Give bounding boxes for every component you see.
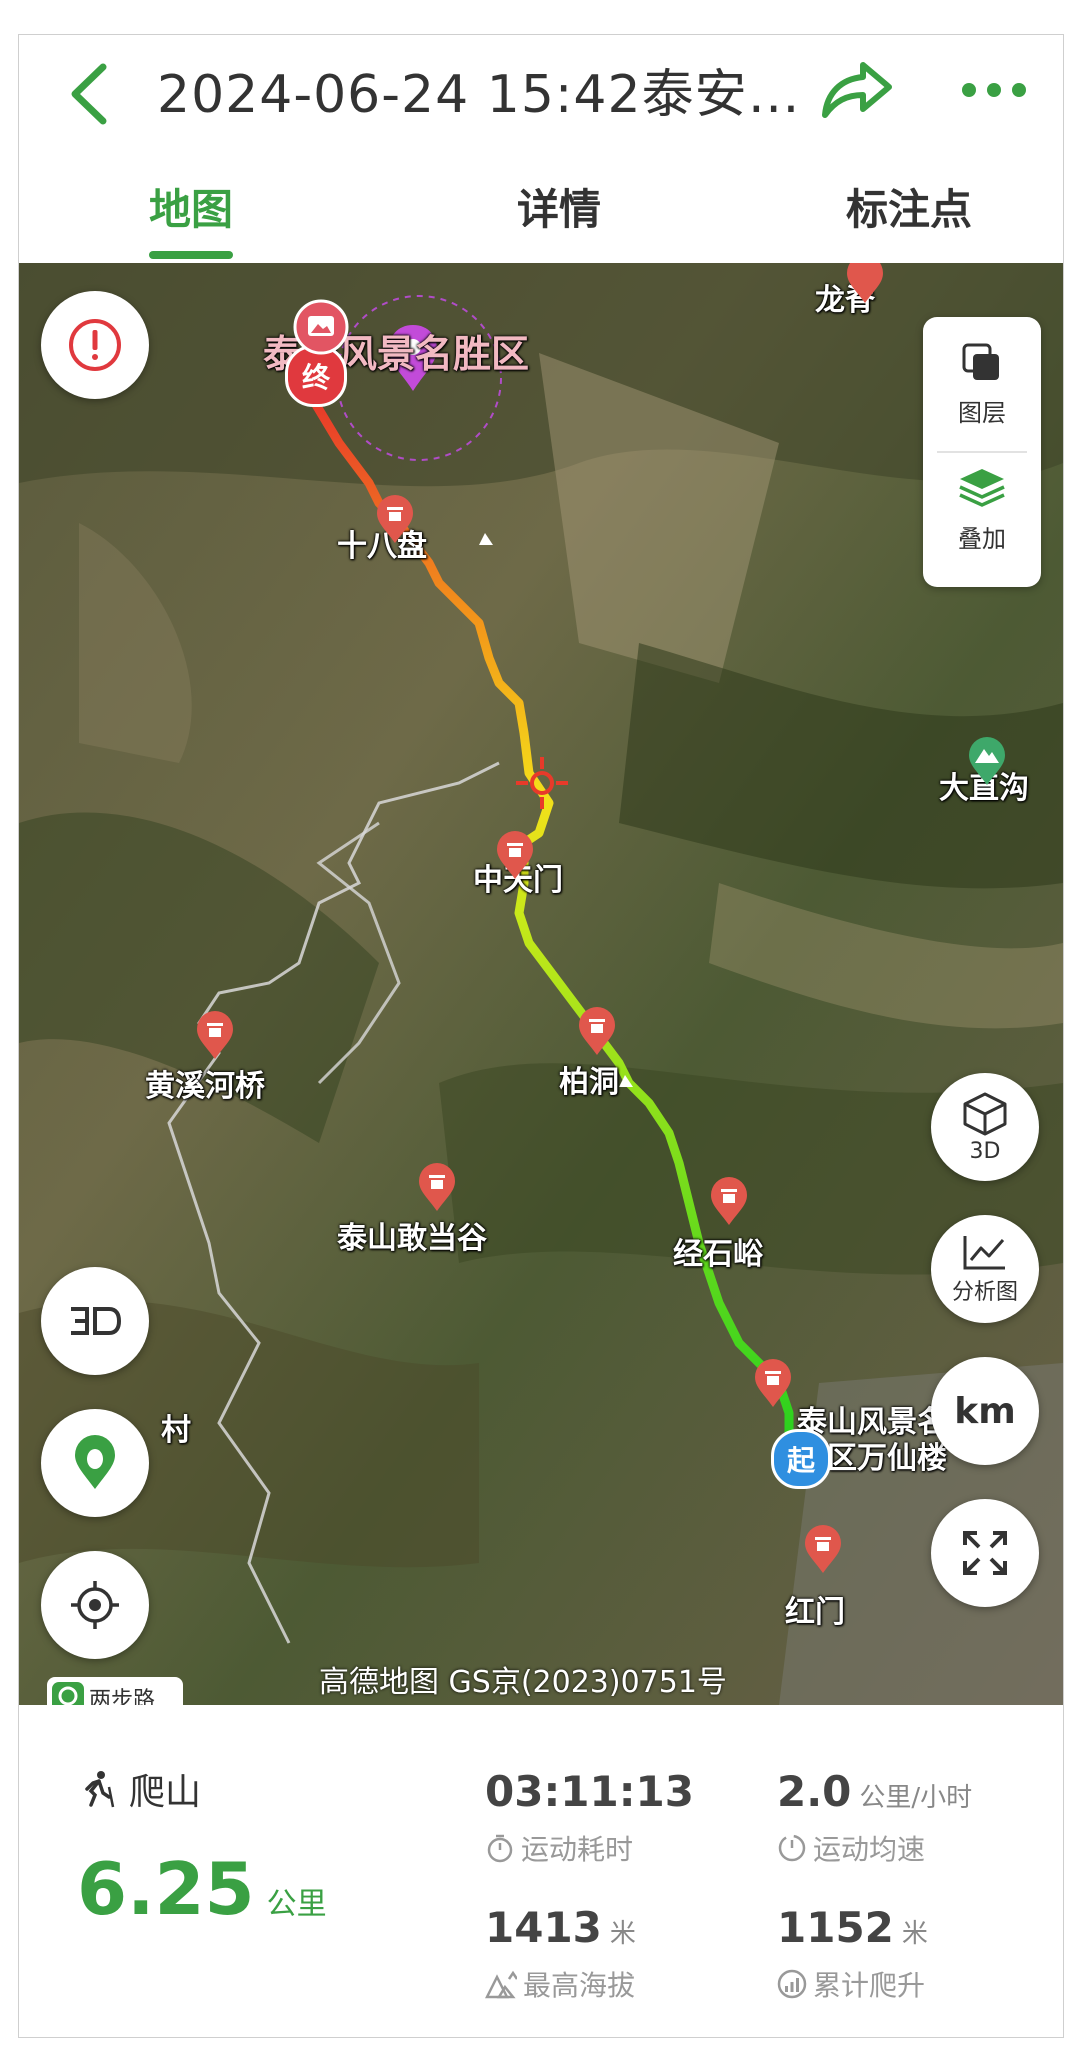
fullscreen-icon [963,1531,1007,1575]
layers-label: 图层 [958,399,1006,427]
km-label: km [954,1390,1016,1432]
map-label-huangxihe: 黄溪河桥 [145,1069,265,1104]
map-label-baidong: 柏洞 [559,1065,619,1100]
layers-icon [962,343,999,380]
cube-icon [963,1092,1007,1135]
more-icon[interactable] [959,75,1029,105]
photo-marker-icon[interactable] [293,299,349,355]
max-alt-unit: 米 [609,1919,636,1949]
stopwatch-icon [487,1834,513,1863]
poi-temple-icon [197,1011,233,1059]
overlay-stack-icon [959,469,1005,507]
header: 2024-06-24 15:42泰安… 地图 详情 标注点 [19,35,1063,265]
poi-temple-icon [579,1007,615,1055]
overlay-button[interactable]: 叠加 [923,465,1041,554]
layers-button[interactable]: 图层 [923,339,1041,428]
poi-temple-icon [847,263,883,303]
max-alt-label: 最高海拔 [523,1969,636,2002]
share-icon[interactable] [819,55,895,125]
sport-type: 爬山 [77,1763,201,1815]
poi-temple-icon [377,495,413,543]
speed-label: 运动均速 [813,1833,926,1866]
analysis-label: 分析图 [951,1280,1018,1305]
distance-value: 6.25 [77,1847,255,1931]
stat-speed: 2.0 公里/小时 运动均速 [777,1767,972,1868]
app-frame: 2024-06-24 15:42泰安… 地图 详情 标注点 龙脊 泰山风景名胜区… [18,34,1064,2038]
ascent-bars-icon [777,1969,807,1999]
ascent-unit: 米 [901,1919,928,1949]
poi-temple-icon [497,831,533,879]
sport-label: 爬山 [129,1772,202,1813]
distance-unit: 公里 [266,1887,327,1922]
poi-temple-icon [755,1359,791,1407]
poi-temple-icon [711,1177,747,1225]
poi-mountain-icon [969,737,1005,785]
liangbu-logo: 两步路 [47,1677,183,1705]
3d-mode-button[interactable] [41,1267,149,1375]
page-title: 2024-06-24 15:42泰安… [157,65,801,125]
tab-map[interactable]: 地图 [111,175,271,263]
duration-label: 运动耗时 [521,1833,634,1866]
tab-markers[interactable]: 标注点 [809,175,1009,263]
stats-panel: 爬山 6.25 公里 03:11:13 运动耗时 2.0 公里/小时 运动均速 14… [19,1707,1063,2037]
satellite-map [19,263,1063,1705]
speed-value: 2.0 [777,1767,852,1816]
distance: 6.25 公里 [77,1847,327,1931]
map-label-gandanggu: 泰山敢当谷 [337,1221,487,1256]
tab-details[interactable]: 详情 [479,175,639,263]
map-view[interactable]: 龙脊 泰山风景名胜区 十八盘 大直沟 中天门 黄溪河桥 柏洞 泰山敢当谷 经石峪… [19,263,1063,1705]
fullscreen-button[interactable] [931,1499,1039,1607]
panel-divider [937,451,1027,453]
alert-button[interactable] [41,291,149,399]
map-copyright: 高德地图 GS京(2023)0751号 [319,1665,727,1700]
map-label-cun: 村 [161,1413,191,1448]
back-icon[interactable] [59,59,119,129]
start-marker[interactable]: 起 [771,1429,831,1489]
overlay-label: 叠加 [958,525,1006,553]
stat-max-altitude: 1413 米 最高海拔 [485,1903,636,2004]
hiking-icon [85,1771,115,1808]
duration-value: 03:11:13 [485,1767,694,1816]
locate-button[interactable] [41,1551,149,1659]
mountain-peak-icon [485,1970,517,1999]
liangbu-label: 两步路 [89,1688,156,1705]
tab-indicator [149,251,233,259]
ascent-value: 1152 [777,1903,894,1952]
max-alt-value: 1413 [485,1903,602,1952]
unit-km-button[interactable]: km [931,1357,1039,1465]
3d-mode-icon [71,1307,122,1335]
alert-icon [69,319,121,371]
analysis-button[interactable]: 分析图 [931,1215,1039,1323]
map-label-jingshiyu: 经石峪 [673,1237,763,1272]
liangbu-logo-icon [52,1682,84,1705]
footprint-button[interactable] [41,1409,149,1517]
footprint-pin-icon [75,1435,115,1489]
stat-duration: 03:11:13 运动耗时 [485,1767,694,1868]
layer-panel: 图层 叠加 [923,317,1041,587]
3d-label: 3D [969,1138,1001,1164]
stat-ascent: 1152 米 累计爬升 [777,1903,928,2004]
tab-bar: 地图 详情 标注点 [19,175,1063,263]
3d-view-button[interactable]: 3D [931,1073,1039,1181]
poi-temple-icon [805,1525,841,1573]
chart-line-icon [963,1236,1005,1270]
speedometer-icon [778,1834,806,1862]
locate-icon [71,1581,119,1629]
map-label-hongmen: 红门 [785,1595,845,1630]
poi-temple-icon [419,1163,455,1211]
ascent-label: 累计爬升 [813,1969,926,2002]
speed-unit: 公里/小时 [859,1783,973,1813]
